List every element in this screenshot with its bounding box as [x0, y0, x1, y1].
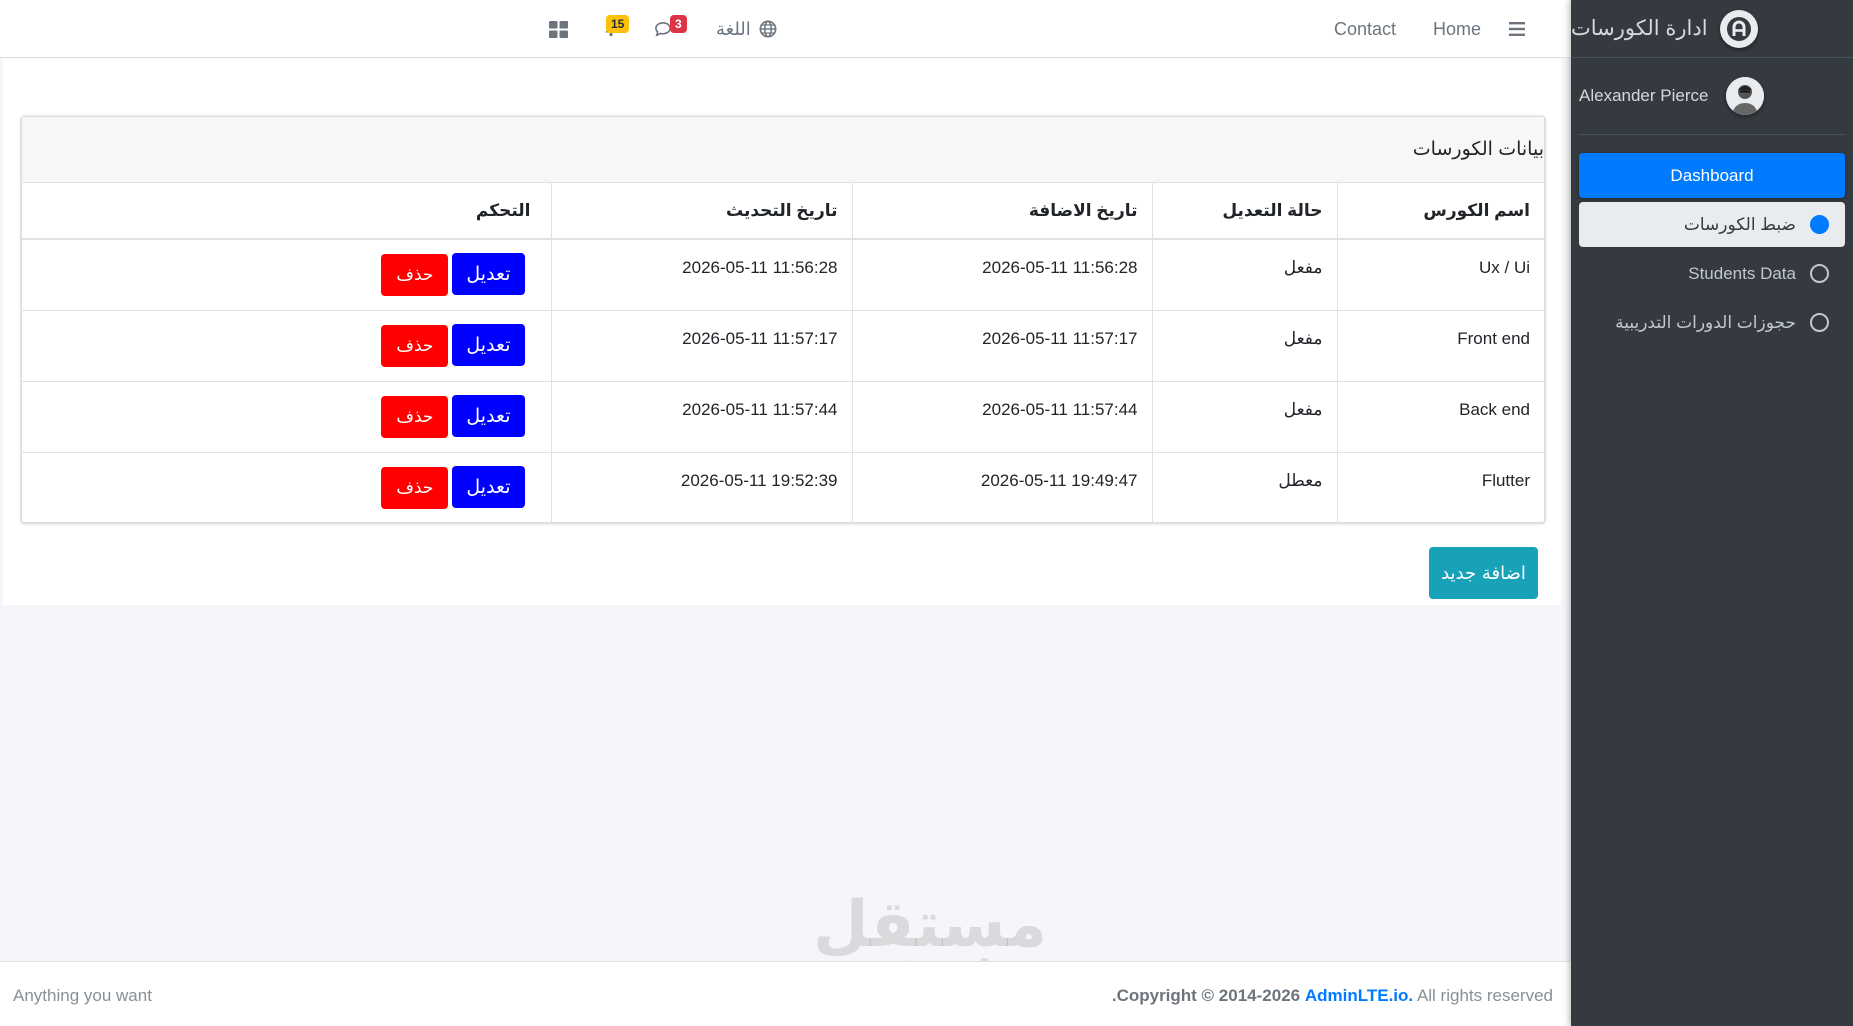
sidebar-item-courses-settings[interactable]: ضبط الكورسات [1579, 202, 1845, 247]
edit-button[interactable]: تعديل [452, 323, 525, 366]
edit-button[interactable]: تعديل [452, 465, 525, 508]
copyright-suffix: All rights reserved [1416, 986, 1553, 1005]
user-avatar [1726, 77, 1765, 115]
language-dropdown[interactable]: اللغة [716, 0, 777, 58]
messages-dropdown[interactable]: 3 [654, 0, 687, 58]
column-header-course-name: اسم الكورس [1336, 183, 1544, 240]
delete-button[interactable]: حذف [381, 254, 449, 296]
footer-left-text: Anything you want [13, 986, 152, 1005]
circle-icon [1810, 313, 1829, 332]
column-header-updated-date: تاريخ التحديث [550, 183, 852, 240]
watermark-arabic: مستقل [812, 888, 1048, 962]
column-header-actions: التحكم [22, 183, 551, 240]
footer-copyright: .Copyright © 2014-2026 AdminLTE.io. All … [1112, 986, 1553, 1006]
course-name-cell: Front end [1336, 310, 1544, 382]
language-label: اللغة [716, 18, 751, 39]
footer: Anything you want .Copyright © 2014-2026… [0, 961, 1571, 1026]
nav-home-link[interactable]: Home [1433, 0, 1481, 58]
sidebar-item-label: حجوزات الدورات التدريبية [1615, 312, 1796, 332]
sidebar-item-label: ضبط الكورسات [1683, 214, 1796, 234]
actions-cell: تعديلحذف [22, 452, 551, 524]
sidebar-item-label: Students Data [1688, 263, 1796, 283]
table-header-row: اسم الكورس حالة التعديل تاريخ الاضافة تا… [22, 183, 1544, 240]
nav-contact-link[interactable]: Contact [1334, 0, 1396, 58]
add-new-button[interactable]: اضافة جديد [1429, 547, 1538, 599]
edit-button[interactable]: تعديل [452, 253, 525, 295]
added-date-cell: 2026-05-11 11:56:28 [851, 239, 1152, 311]
edit-button[interactable]: تعديل [452, 394, 525, 437]
nav-home-label: Home [1433, 18, 1482, 39]
column-header-status: حالة التعديل [1151, 183, 1337, 240]
table-row: Front end مفعل 2026-05-11 11:57:17 2026-… [22, 310, 1544, 382]
grid-icon [549, 20, 568, 38]
card-header: بيانات الكورسات [22, 117, 1544, 183]
status-cell: معطل [1151, 452, 1337, 524]
actions-cell: تعديلحذف [22, 310, 551, 382]
courses-card: بيانات الكورسات اسم الكورس حالة التعديل … [21, 116, 1545, 524]
added-date-cell: 2026-05-11 11:57:17 [851, 310, 1152, 382]
sidebar-item-label: Dashboard [1670, 165, 1754, 185]
notifications-count-badge: 15 [606, 15, 630, 33]
user-panel[interactable]: Alexander Pierce [1579, 58, 1845, 135]
brand-title: ادارة الكورسات [1571, 17, 1708, 40]
added-date-cell: 2026-05-11 11:57:44 [851, 381, 1152, 453]
brand-link[interactable]: ادارة الكورسات [1571, 0, 1853, 58]
adminlte-logo-icon [1726, 16, 1751, 41]
top-navbar: Home Contact اللغة 3 15 [0, 0, 1571, 58]
hamburger-icon [1509, 22, 1525, 36]
adminlte-link[interactable]: AdminLTE.io. [1305, 986, 1413, 1005]
course-name-cell: Ux / Ui [1336, 239, 1544, 311]
copyright-prefix: Copyright © 2014-2026 [1116, 986, 1301, 1005]
notifications-dropdown[interactable]: 15 [604, 0, 630, 58]
circle-icon [1810, 264, 1829, 283]
actions-cell: تعديلحذف [22, 239, 551, 311]
table-row: Ux / Ui مفعل 2026-05-11 11:56:28 2026-05… [22, 239, 1544, 311]
brand-logo [1719, 9, 1758, 48]
user-name: Alexander Pierce [1579, 86, 1709, 105]
delete-button[interactable]: حذف [381, 395, 449, 438]
table-row: Back end مفعل 2026-05-11 11:57:44 2026-0… [22, 381, 1544, 453]
column-header-added-date: تاريخ الاضافة [851, 183, 1152, 240]
updated-date-cell: 2026-05-11 11:57:44 [550, 381, 852, 453]
status-cell: مفعل [1151, 381, 1337, 453]
updated-date-cell: 2026-05-11 11:57:17 [550, 310, 852, 382]
nav-contact-label: Contact [1334, 18, 1397, 39]
courses-table: اسم الكورس حالة التعديل تاريخ الاضافة تا… [22, 183, 1544, 524]
status-cell: مفعل [1151, 239, 1337, 311]
sidebar-item-dashboard[interactable]: Dashboard [1579, 153, 1845, 198]
course-name-cell: Flutter [1336, 452, 1544, 524]
card-title: بيانات الكورسات [1412, 139, 1544, 160]
messages-count-badge: 3 [670, 15, 687, 33]
main-sidebar: ادارة الكورسات Alexander Pierce Dashboar… [1571, 0, 1853, 1026]
sidebar-nav: Dashboard ضبط الكورسات Students Data حجو… [1571, 135, 1853, 345]
delete-button[interactable]: حذف [381, 466, 449, 509]
updated-date-cell: 2026-05-11 11:56:28 [550, 239, 852, 311]
added-date-cell: 2026-05-11 19:49:47 [851, 452, 1152, 524]
sidebar-item-course-bookings[interactable]: حجوزات الدورات التدريبية [1579, 300, 1845, 345]
user-photo-icon [1726, 77, 1765, 115]
table-row: Flutter معطل 2026-05-11 19:49:47 2026-05… [22, 452, 1544, 524]
apps-button[interactable] [549, 0, 568, 58]
updated-date-cell: 2026-05-11 19:52:39 [550, 452, 852, 524]
circle-icon [1810, 215, 1829, 234]
actions-cell: تعديلحذف [22, 381, 551, 453]
menu-toggle-button[interactable] [1508, 0, 1526, 58]
courses-table-body: Ux / Ui مفعل 2026-05-11 11:56:28 2026-05… [22, 239, 1544, 524]
sidebar-item-students-data[interactable]: Students Data [1579, 251, 1845, 296]
delete-button[interactable]: حذف [381, 324, 449, 367]
globe-icon [759, 20, 777, 38]
course-name-cell: Back end [1336, 381, 1544, 453]
status-cell: مفعل [1151, 310, 1337, 382]
